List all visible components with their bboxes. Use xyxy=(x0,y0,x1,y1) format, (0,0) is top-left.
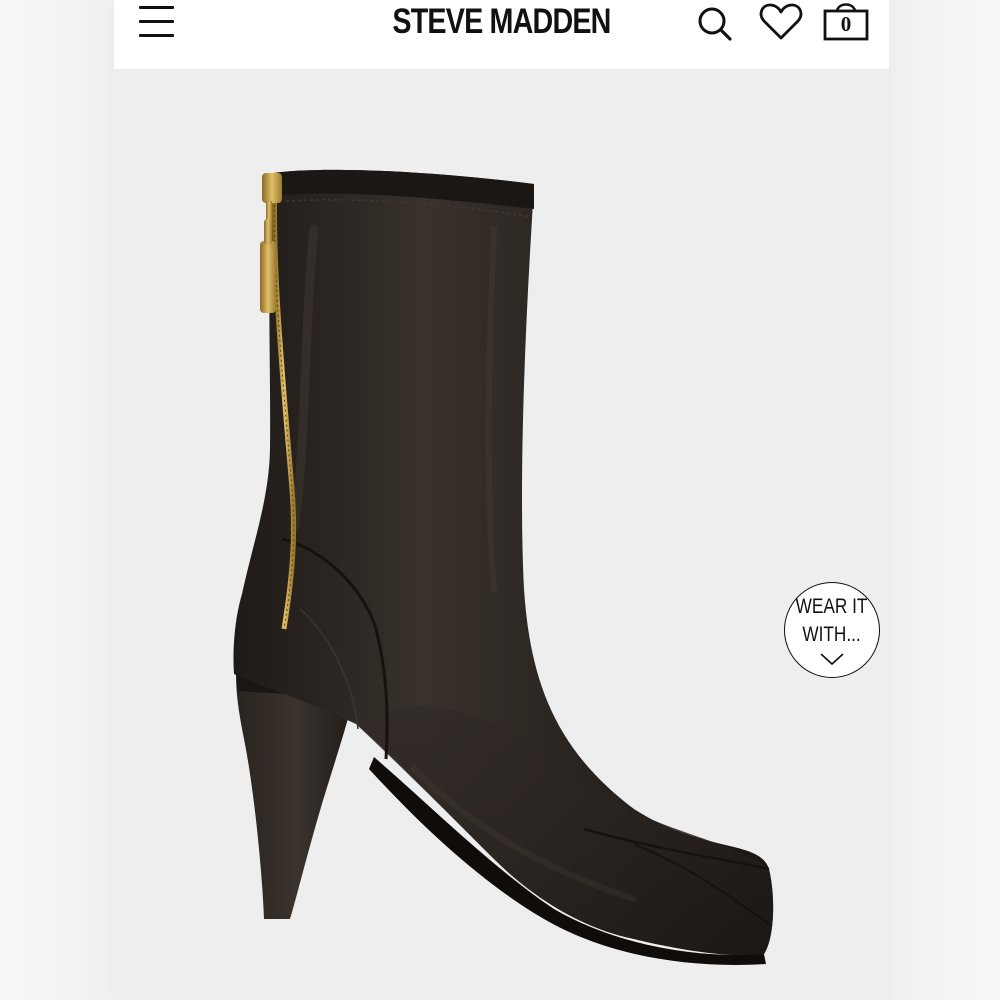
hamburger-menu-icon xyxy=(139,6,174,9)
wear-it-with-button[interactable]: WEAR IT WITH... xyxy=(784,582,880,678)
wishlist-button[interactable] xyxy=(759,2,803,42)
menu-button[interactable] xyxy=(136,0,178,44)
wear-it-with-line2: WITH... xyxy=(802,623,861,646)
chevron-down-icon xyxy=(820,653,844,666)
cart-button[interactable]: 0 xyxy=(823,0,869,42)
product-image[interactable] xyxy=(114,69,889,1000)
search-icon xyxy=(698,7,732,41)
page: STEVE MADDEN 0 WEAR IT WITH... xyxy=(0,0,1000,1000)
hamburger-menu-icon-bar xyxy=(139,20,174,23)
cart-count-badge: 0 xyxy=(840,12,852,36)
heart-icon xyxy=(759,3,803,40)
site-header: STEVE MADDEN 0 xyxy=(114,0,889,69)
hamburger-menu-icon-bar xyxy=(139,34,174,37)
search-button[interactable] xyxy=(696,4,734,42)
black-heeled-ankle-boot-image xyxy=(233,169,774,965)
wear-it-with-line1: WEAR IT xyxy=(795,595,868,618)
